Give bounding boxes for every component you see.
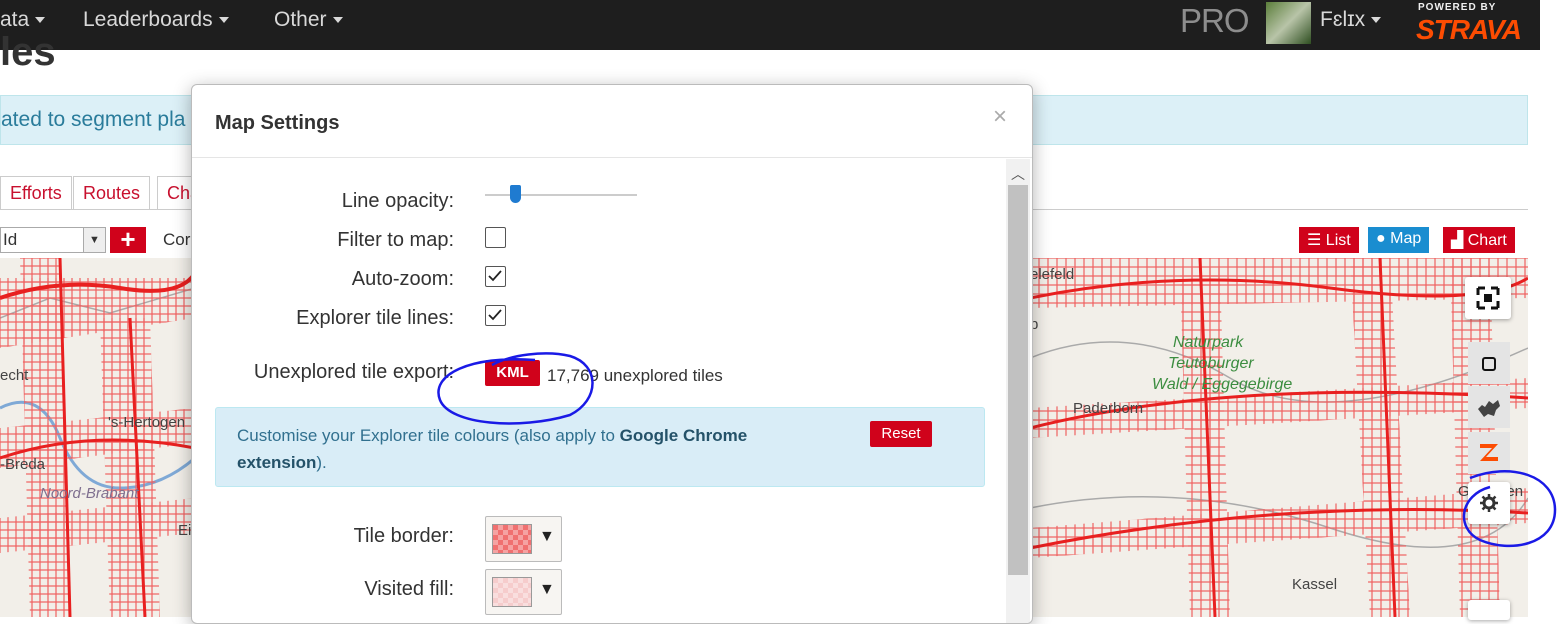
caret-down-icon	[218, 17, 229, 24]
dropdown-arrow-icon: ▼	[539, 528, 555, 545]
map-right[interactable]: elefeld b Naturpark Teutoburger Wald / E…	[1030, 258, 1528, 617]
list-view-button[interactable]: ☰ List	[1299, 227, 1359, 253]
nav-leaderboards-menu[interactable]: Leaderboards	[83, 8, 229, 32]
map-left[interactable]: echt 's-Hertogen -Breda Noord-Brabant Ei	[0, 258, 195, 617]
map-label-paderborn: Paderborn	[1073, 400, 1144, 417]
strava-layer-button[interactable]	[1468, 432, 1510, 474]
nav-other-menu[interactable]: Other	[274, 8, 343, 32]
visited-fill-label: Visited fill:	[364, 578, 454, 600]
page-title: les	[0, 30, 56, 74]
map-label-hertogenbosch: 's-Hertogen	[108, 414, 186, 431]
info-banner-text: ated to segment pla	[1, 108, 186, 131]
heatmap-button[interactable]	[1468, 386, 1510, 428]
nav-data-menu[interactable]: ata	[0, 8, 46, 32]
modal-divider	[192, 157, 1032, 158]
chart-view-button[interactable]: ▟ Chart	[1443, 227, 1515, 253]
add-button[interactable]: +	[110, 226, 146, 253]
modal-title: Map Settings	[215, 112, 340, 134]
square-select-button[interactable]	[1468, 342, 1510, 384]
square-icon	[1482, 357, 1496, 371]
visited-fill-swatch	[492, 577, 532, 607]
con-label: Cor	[163, 230, 191, 249]
line-opacity-slider-track[interactable]	[485, 194, 637, 196]
avatar[interactable]	[1266, 2, 1311, 44]
auto-zoom-label: Auto-zoom:	[351, 268, 454, 290]
map-label-naturpark-2: Teutoburger	[1168, 355, 1254, 372]
filter-to-map-label: Filter to map:	[337, 229, 454, 251]
map-settings-modal: Map Settings × Line opacity: Filter to m…	[191, 84, 1033, 624]
map-control-partial[interactable]	[1468, 600, 1510, 620]
fullscreen-button[interactable]	[1465, 277, 1511, 319]
map-right-tiles	[1030, 258, 1528, 617]
bar-chart-icon: ▟	[1451, 232, 1468, 249]
unexplored-count: 17,769 unexplored tiles	[547, 366, 723, 385]
strava-icon	[1480, 444, 1498, 461]
top-nav: ata Leaderboards Other PRO Fɛlɪx POWERED…	[0, 0, 1540, 50]
tile-border-color-picker[interactable]: ▼	[485, 516, 562, 562]
globe-icon: ●	[1376, 230, 1391, 247]
map-label-ei: Ei	[178, 522, 192, 539]
modal-scrollbar[interactable]: ︿	[1006, 159, 1030, 623]
checkmark-icon	[488, 309, 502, 321]
map-label-bielefeld: elefeld	[1030, 266, 1075, 283]
map-label-naturpark-3: Wald / Eggegebirge	[1152, 376, 1293, 393]
alert-text: Customise your Explorer tile colours (al…	[237, 426, 748, 472]
chevron-down-icon: ▼	[83, 228, 105, 252]
visited-fill-color-picker[interactable]: ▼	[485, 569, 562, 615]
tile-border-swatch	[492, 524, 532, 554]
map-settings-button[interactable]	[1468, 482, 1510, 524]
map-label-naturpark-1: Naturpark	[1173, 334, 1244, 351]
user-menu[interactable]: Fɛlɪx	[1320, 8, 1382, 32]
caret-down-icon	[35, 17, 46, 24]
list-icon: ☰	[1307, 232, 1326, 249]
tab-efforts[interactable]: Efforts	[0, 176, 72, 210]
map-label-kassel: Kassel	[1292, 576, 1338, 593]
kml-export-button[interactable]: KML	[485, 360, 540, 386]
sort-select[interactable]: Id ▼	[0, 227, 106, 253]
tile-border-label: Tile border:	[353, 525, 454, 547]
fullscreen-icon	[1476, 286, 1500, 310]
reset-button[interactable]: Reset	[870, 421, 932, 447]
filter-to-map-checkbox[interactable]	[485, 227, 506, 248]
caret-down-icon	[332, 17, 343, 24]
scroll-up-icon[interactable]: ︿	[1011, 164, 1025, 184]
tile-colour-alert: Customise your Explorer tile colours (al…	[215, 407, 985, 487]
map-view-button[interactable]: ● Map	[1368, 227, 1430, 253]
unexplored-export-label: Unexplored tile export:	[253, 361, 454, 383]
tab-routes[interactable]: Routes	[73, 176, 151, 210]
map-label-breda: -Breda	[0, 456, 46, 473]
caret-down-icon	[1371, 17, 1382, 24]
map-label-echt: echt	[0, 367, 29, 384]
explorer-tile-lines-label: Explorer tile lines:	[296, 307, 454, 329]
dropdown-arrow-icon: ▼	[539, 581, 555, 598]
gear-icon	[1480, 494, 1498, 512]
scroll-thumb[interactable]	[1008, 185, 1028, 575]
heatmap-icon	[1478, 400, 1500, 417]
map-left-tiles	[0, 258, 195, 617]
strava-logo[interactable]: STRAVA	[1416, 14, 1522, 46]
pro-label: PRO	[1180, 2, 1250, 39]
line-opacity-label: Line opacity:	[341, 190, 454, 212]
checkmark-icon	[488, 270, 502, 282]
auto-zoom-checkbox[interactable]	[485, 266, 506, 287]
map-label-noord-brabant: Noord-Brabant	[40, 485, 139, 502]
powered-by-label: POWERED BY	[1418, 2, 1497, 13]
close-icon[interactable]: ×	[993, 103, 1007, 131]
sort-select-value: Id	[3, 230, 18, 249]
line-opacity-slider-handle[interactable]	[510, 185, 522, 203]
explorer-tile-lines-checkbox[interactable]	[485, 305, 506, 326]
